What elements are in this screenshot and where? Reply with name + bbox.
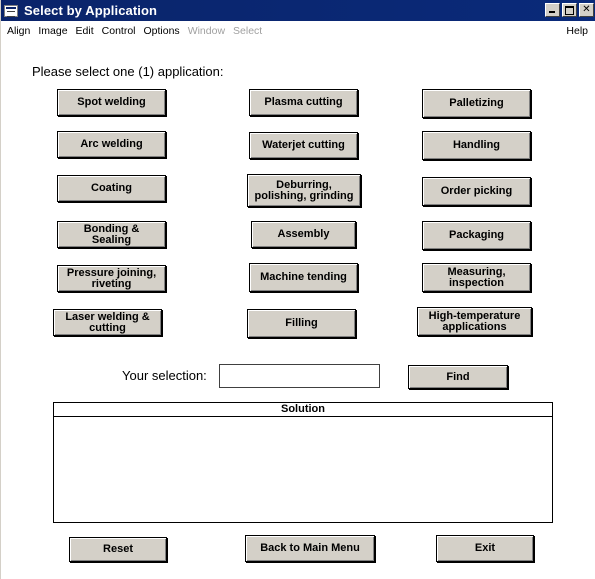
button-label: Coating <box>91 182 132 194</box>
menu-edit[interactable]: Edit <box>76 25 94 37</box>
back-to-main-menu-button[interactable]: Back to Main Menu <box>245 535 375 562</box>
button-label: Order picking <box>440 185 513 197</box>
button-label: Arc welding <box>80 138 143 150</box>
button-label: Bonding & Sealing <box>83 222 140 246</box>
button-label-line1: Measuring, <box>447 265 506 278</box>
menu-control[interactable]: Control <box>102 25 136 37</box>
button-label-line1: Laser welding & <box>65 310 150 323</box>
palletizing-button[interactable]: Palletizing <box>422 89 531 118</box>
button-label: Back to Main Menu <box>260 542 360 554</box>
window-title: Select by Application <box>24 3 158 18</box>
laser-welding-button[interactable]: Laser welding & cutting <box>53 309 162 336</box>
button-label-line1: Pressure joining, <box>66 266 157 279</box>
spot-welding-button[interactable]: Spot welding <box>57 89 166 116</box>
packaging-button[interactable]: Packaging <box>422 221 531 250</box>
menu-help[interactable]: Help <box>566 25 588 37</box>
menu-align[interactable]: Align <box>7 25 30 37</box>
button-label-line2: inspection <box>448 276 504 289</box>
reset-button[interactable]: Reset <box>69 537 167 562</box>
button-label-line1: Bonding & <box>83 222 140 235</box>
instruction-text: Please select one (1) application: <box>32 64 224 79</box>
arc-welding-button[interactable]: Arc welding <box>57 131 166 158</box>
button-label: Spot welding <box>77 96 146 108</box>
button-label-line2: polishing, grinding <box>254 189 354 202</box>
title-bar[interactable]: Select by Application ✕ <box>1 0 595 21</box>
button-label: Pressure joining, riveting <box>66 266 157 290</box>
menu-image[interactable]: Image <box>38 25 67 37</box>
button-label: Filling <box>285 317 318 329</box>
selection-label: Your selection: <box>122 368 207 383</box>
button-label: Waterjet cutting <box>262 139 345 151</box>
coating-button[interactable]: Coating <box>57 175 166 202</box>
button-label: Packaging <box>448 229 505 241</box>
button-label-line2: applications <box>442 320 507 333</box>
exit-button[interactable]: Exit <box>436 535 534 562</box>
app-window: Select by Application ✕ Align Image Edit… <box>0 0 595 579</box>
measuring-inspection-button[interactable]: Measuring, inspection <box>422 263 531 292</box>
selection-input[interactable] <box>219 364 380 388</box>
menu-window: Window <box>187 25 226 37</box>
menu-select: Select <box>233 25 263 37</box>
button-label: Palletizing <box>449 97 504 109</box>
solution-panel: Solution <box>53 402 553 523</box>
button-label-line1: Deburring, <box>276 178 332 191</box>
caption-buttons: ✕ <box>545 3 594 17</box>
menu-options[interactable]: Options <box>144 25 180 37</box>
button-label: Reset <box>103 543 133 555</box>
button-label-line2: riveting <box>91 277 132 290</box>
button-label: Handling <box>452 139 501 151</box>
assembly-button[interactable]: Assembly <box>251 221 356 248</box>
pressure-joining-button[interactable]: Pressure joining, riveting <box>57 265 166 292</box>
minimize-icon[interactable] <box>545 3 560 17</box>
find-button[interactable]: Find <box>408 365 508 389</box>
handling-button[interactable]: Handling <box>422 131 531 160</box>
button-label-line1: High-temperature <box>428 309 521 322</box>
order-picking-button[interactable]: Order picking <box>422 177 531 206</box>
app-window-icon[interactable] <box>4 4 18 17</box>
solution-list[interactable] <box>54 417 552 522</box>
waterjet-cutting-button[interactable]: Waterjet cutting <box>249 132 358 159</box>
maximize-icon[interactable] <box>562 3 577 17</box>
button-label: Assembly <box>277 228 330 240</box>
button-label: Deburring, polishing, grinding <box>254 178 354 202</box>
button-label: Machine tending <box>260 271 347 283</box>
close-icon[interactable]: ✕ <box>579 3 594 17</box>
high-temperature-button[interactable]: High-temperature applications <box>417 307 532 336</box>
machine-tending-button[interactable]: Machine tending <box>249 263 358 292</box>
deburring-button[interactable]: Deburring, polishing, grinding <box>247 174 361 207</box>
solution-header: Solution <box>54 403 552 417</box>
plasma-cutting-button[interactable]: Plasma cutting <box>249 89 358 116</box>
button-label: High-temperature applications <box>428 309 521 333</box>
button-label: Exit <box>474 542 496 554</box>
button-label: Plasma cutting <box>264 96 343 108</box>
menu-bar: Align Image Edit Control Options Window … <box>1 21 595 41</box>
button-label: Measuring, inspection <box>447 265 506 289</box>
bonding-sealing-button[interactable]: Bonding & Sealing <box>57 221 166 248</box>
button-label: Laser welding & cutting <box>65 310 150 334</box>
button-label-line2: cutting <box>89 321 126 334</box>
button-label-line2: Sealing <box>91 233 132 246</box>
button-label: Find <box>446 370 470 383</box>
filling-button[interactable]: Filling <box>247 309 356 338</box>
